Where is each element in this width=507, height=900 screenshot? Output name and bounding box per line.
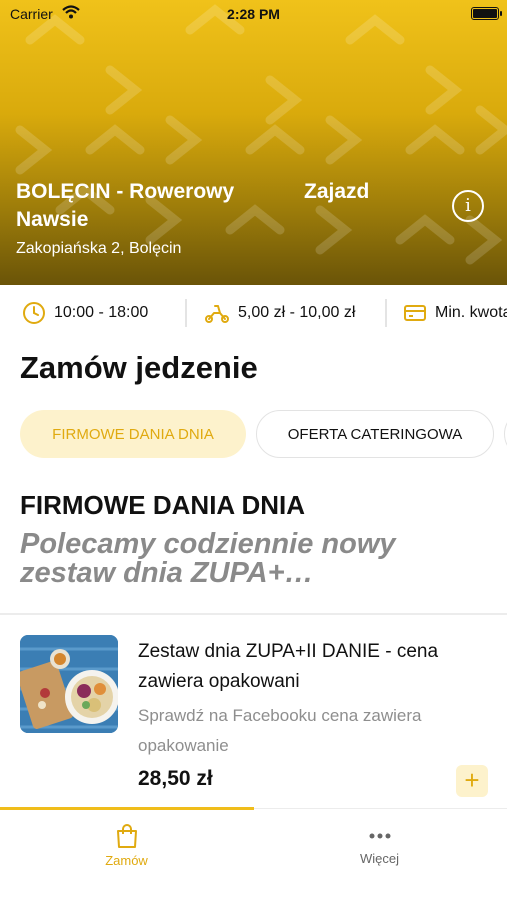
tab-oferta-cateringowa[interactable]: OFERTA CATERINGOWA bbox=[256, 410, 494, 458]
product-name: Zestaw dnia ZUPA+II DANIE - cena zawiera… bbox=[138, 641, 439, 692]
nav-more-label: Więcej bbox=[359, 851, 399, 866]
opening-hours: 10:00 - 18:00 bbox=[22, 285, 148, 341]
product-description: Sprawdź na Facebooku cena zawiera opakow… bbox=[138, 706, 422, 755]
minimum-order: Min. kwota zamówienia bbox=[403, 285, 507, 341]
scooter-icon bbox=[205, 305, 229, 323]
restaurant-address: Zakopiańska 2, Bolęcin bbox=[16, 240, 182, 257]
shopping-bag-icon bbox=[117, 824, 137, 848]
product-image bbox=[20, 635, 118, 733]
restaurant-header: Carrier 2:28 PM BOLĘCIN - Rowerowy Nawsi… bbox=[0, 0, 507, 285]
product-item[interactable]: Zestaw dnia ZUPA+II DANIE - cena zawiera… bbox=[0, 615, 507, 810]
divider bbox=[185, 299, 187, 327]
clock-icon bbox=[23, 302, 45, 324]
card-icon bbox=[404, 305, 426, 321]
category-description-container: Polecamy codziennie nowy zestaw dnia ZUP… bbox=[0, 528, 507, 598]
divider bbox=[385, 299, 387, 327]
category-title: FIRMOWE DANIA DNIA bbox=[20, 490, 306, 520]
status-bar: Carrier 2:28 PM bbox=[0, 0, 507, 30]
nav-more[interactable]: Więcej bbox=[253, 809, 506, 889]
more-icon bbox=[369, 833, 391, 839]
delivery-cost: 5,00 zł - 10,00 zł bbox=[204, 285, 355, 341]
opening-hours-text: 10:00 - 18:00 bbox=[54, 304, 149, 321]
status-time: 2:28 PM bbox=[227, 6, 280, 22]
battery-icon bbox=[471, 7, 502, 20]
info-icon[interactable]: i bbox=[452, 190, 484, 222]
product-price: 28,50 zł bbox=[138, 767, 213, 790]
minimum-order-text: Min. kwota zamówienia bbox=[435, 304, 507, 321]
bottom-navigation: Zamów Więcej bbox=[0, 807, 507, 900]
delivery-cost-text: 5,00 zł - 10,00 zł bbox=[238, 304, 356, 321]
restaurant-name-suffix: Zajazd bbox=[304, 180, 370, 203]
nav-order-label: Zamów bbox=[105, 853, 148, 868]
tab-firmowe-dania-dnia[interactable]: FIRMOWE DANIA DNIA bbox=[20, 410, 246, 458]
category-description: Polecamy codziennie nowy zestaw dnia ZUP… bbox=[20, 528, 396, 589]
nav-order[interactable]: Zamów bbox=[0, 809, 253, 889]
page-title: Zamów jedzenie bbox=[20, 350, 258, 385]
restaurant-name: BOLĘCIN - Rowerowy Nawsie bbox=[16, 180, 235, 231]
restaurant-info-strip: 10:00 - 18:00 5,00 zł - 10,00 zł Min. kw… bbox=[0, 285, 507, 341]
category-tabs: FIRMOWE DANIA DNIA OFERTA CATERINGOWA bbox=[0, 410, 507, 460]
add-to-cart-button[interactable]: + bbox=[456, 765, 488, 797]
